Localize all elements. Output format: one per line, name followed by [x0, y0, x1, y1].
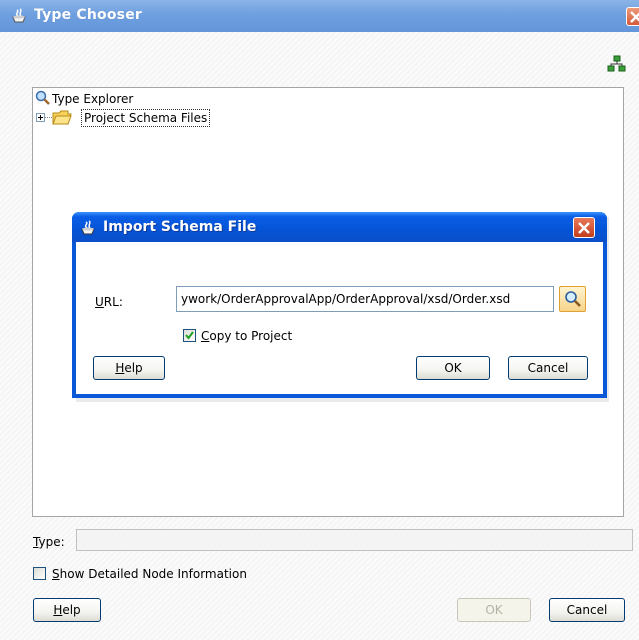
show-detailed-checkbox[interactable]: [33, 567, 46, 580]
window-title: Type Chooser: [34, 7, 143, 23]
copy-to-project-label: Copy to Project: [201, 329, 293, 343]
jdeveloper-cup-icon: [80, 220, 97, 236]
browse-search-icon[interactable]: [559, 286, 586, 312]
jdeveloper-cup-icon: [11, 8, 28, 24]
url-input[interactable]: ywork/OrderApprovalApp/OrderApproval/xsd…: [176, 286, 554, 312]
folder-icon: [52, 109, 72, 126]
tree-connector: [45, 117, 52, 118]
dialog-help-button[interactable]: Help: [93, 356, 165, 380]
type-label: Type:: [33, 535, 65, 549]
close-icon[interactable]: [573, 217, 595, 238]
close-icon[interactable]: [626, 7, 639, 26]
cancel-button[interactable]: Cancel: [549, 598, 625, 622]
dialog-ok-button[interactable]: OK: [416, 356, 490, 380]
copy-to-project-checkbox[interactable]: [183, 329, 196, 342]
dialog-cancel-button[interactable]: Cancel: [508, 356, 588, 380]
show-detailed-label: Show Detailed Node Information: [52, 567, 247, 581]
hierarchy-icon[interactable]: [607, 54, 627, 74]
tree-node-project-schema-files[interactable]: Project Schema Files: [81, 109, 211, 127]
import-schema-dialog: Import Schema File URL: ywork/OrderAppro…: [72, 212, 607, 398]
type-field[interactable]: [76, 529, 633, 551]
help-button[interactable]: Help: [33, 598, 101, 622]
ok-button[interactable]: OK: [457, 598, 531, 622]
expand-icon[interactable]: [36, 113, 45, 122]
dialog-title: Import Schema File: [103, 219, 257, 235]
magnifier-icon: [35, 90, 51, 106]
url-label: URL:: [95, 295, 123, 309]
import-dialog-body: URL: ywork/OrderApprovalApp/OrderApprova…: [76, 242, 603, 394]
tree-root-label: Type Explorer: [52, 92, 134, 106]
type-chooser-titlebar[interactable]: Type Chooser: [0, 0, 639, 32]
import-dialog-titlebar[interactable]: Import Schema File: [72, 212, 607, 242]
